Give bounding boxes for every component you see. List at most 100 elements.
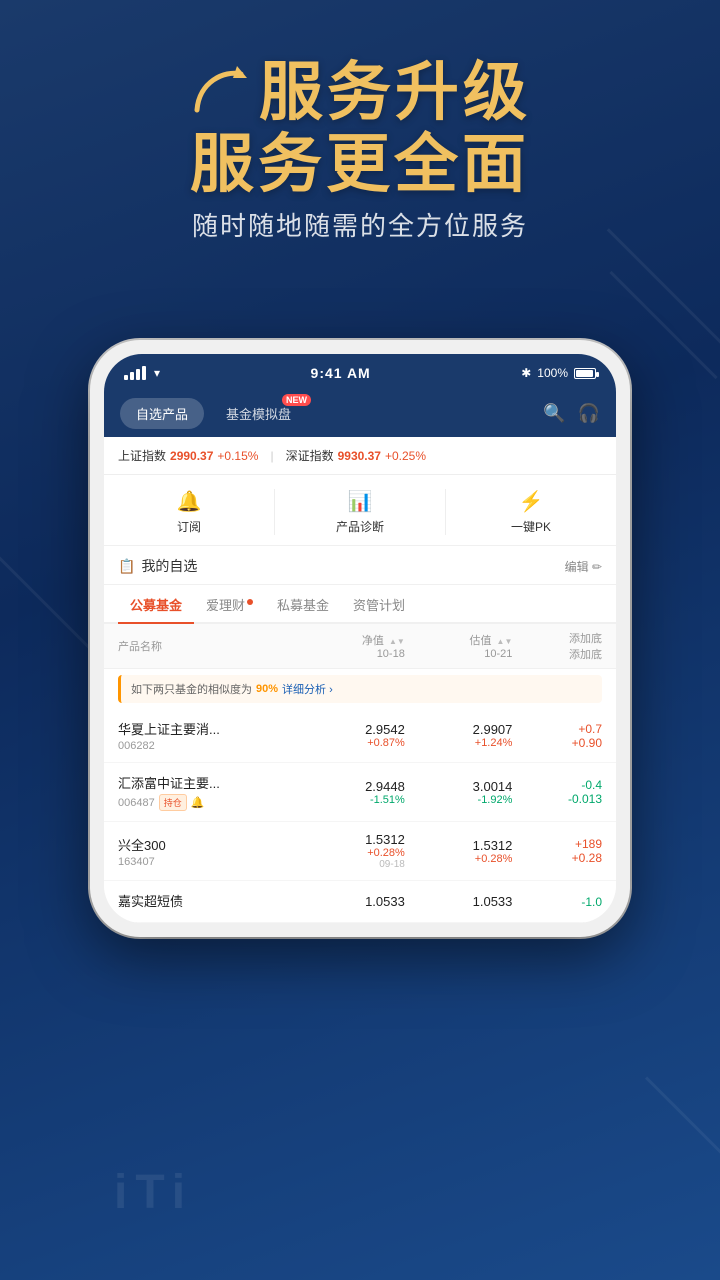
phone-screen: ▾ 9:41 AM ✱ 100% 自选产品 <box>104 354 616 923</box>
fund-code-2: 163407 <box>118 856 297 868</box>
action-pk[interactable]: ⚡ 一键PK <box>446 489 616 535</box>
fund-row-2[interactable]: 兴全300 163407 1.5312 +0.28% 09-18 1.5312 … <box>104 822 616 881</box>
battery-icon <box>574 368 596 379</box>
action-diagnose[interactable]: 📊 产品诊断 <box>275 489 446 535</box>
col-header-name: 产品名称 <box>118 638 297 654</box>
col-header-est: 估值 ▲▼ 10-21 <box>405 632 513 660</box>
fund-est-1: 3.0014 -1.92% <box>405 779 513 806</box>
iti-watermark: iTi <box>114 1165 193 1220</box>
fund-info-2: 兴全300 163407 <box>118 835 297 868</box>
sz-value: 9930.37 <box>338 449 381 463</box>
fund-nav-2: 1.5312 +0.28% 09-18 <box>297 832 405 870</box>
edit-icon: ✏ <box>592 560 602 574</box>
fund-row-3[interactable]: 嘉实超短债 1.0533 1.0533 -1.0 <box>104 881 616 923</box>
ticker-divider: | <box>270 449 273 463</box>
new-badge: NEW <box>282 394 311 406</box>
fund-est-2: 1.5312 +0.28% <box>405 838 513 865</box>
similarity-pct: 90% <box>256 683 278 695</box>
headline-text1: 服务升级 <box>259 60 531 124</box>
col-header-nav: 净值 ▲▼ 10-18 <box>297 632 405 660</box>
bell-icon-1: 🔔 <box>191 796 205 809</box>
nav-bar: 自选产品 基金模拟盘 NEW 🔍 🎧 <box>104 390 616 437</box>
arrow-icon <box>189 62 249 122</box>
nav-tabs: 自选产品 基金模拟盘 NEW <box>120 398 307 429</box>
fund-info-3: 嘉实超短债 <box>118 891 297 912</box>
fund-info-1: 汇添富中证主要... 006487 持仓 🔔 <box>118 773 297 811</box>
edit-button[interactable]: 编辑 ✏ <box>565 558 602 575</box>
ticker-item-sh: 上证指数 2990.37 +0.15% <box>118 447 258 464</box>
nav-icons: 🔍 🎧 <box>543 403 600 424</box>
quick-actions: 🔔 订阅 📊 产品诊断 ⚡ 一键PK <box>104 475 616 546</box>
fund-change-3: -1.0 <box>512 895 602 909</box>
cat-tab-public-fund[interactable]: 公募基金 <box>118 585 194 622</box>
sort-nav-icon: ▲▼ <box>389 638 405 646</box>
headline-line2: 服务更全面 <box>50 132 670 196</box>
phone-frame: ▾ 9:41 AM ✱ 100% 自选产品 <box>90 340 630 937</box>
search-icon[interactable]: 🔍 <box>543 403 565 424</box>
ticker-item-sz: 深证指数 9930.37 +0.25% <box>286 447 426 464</box>
diagnose-icon: 📊 <box>348 489 373 514</box>
diagnose-label: 产品诊断 <box>336 518 384 535</box>
category-tabs: 公募基金 爱理财 私募基金 资管计划 <box>104 585 616 624</box>
fund-change-2: +189 +0.28 <box>512 837 602 865</box>
action-subscribe[interactable]: 🔔 订阅 <box>104 489 275 535</box>
section-header: 📋 我的自选 编辑 ✏ <box>104 546 616 585</box>
battery-pct: 100% <box>537 366 568 380</box>
cat-tab-asset[interactable]: 资管计划 <box>341 585 417 622</box>
fund-tag-1: 持仓 <box>159 794 187 811</box>
top-section: 服务升级 服务更全面 随时随地随需的全方位服务 <box>0 0 720 263</box>
fund-change-1: -0.4 -0.013 <box>512 778 602 806</box>
similarity-alert: 如下两只基金的相似度为 90% 详细分析 › <box>118 675 602 703</box>
sh-value: 2990.37 <box>170 449 213 463</box>
status-left: ▾ <box>124 366 160 380</box>
headline-row1: 服务升级 <box>50 60 670 124</box>
col-header-add: 添加底 添加底 <box>512 630 602 662</box>
signal-bars <box>124 366 146 380</box>
sh-change: +0.15% <box>217 449 258 463</box>
fund-nav-1: 2.9448 -1.51% <box>297 779 405 806</box>
bluetooth-icon: ✱ <box>521 366 531 380</box>
fund-info-0: 华夏上证主要消... 006282 <box>118 719 297 752</box>
subscribe-label: 订阅 <box>177 518 201 535</box>
section-title: 📋 我的自选 <box>118 556 197 576</box>
headline-text2: 服务更全面 <box>190 128 530 200</box>
subtitle: 随时随地随需的全方位服务 <box>50 206 670 243</box>
fund-nav-3: 1.0533 <box>297 894 405 909</box>
fund-name-1: 汇添富中证主要... <box>118 773 297 792</box>
fund-name-0: 华夏上证主要消... <box>118 719 297 738</box>
tab-self-select[interactable]: 自选产品 <box>120 398 204 429</box>
sort-est-icon: ▲▼ <box>497 638 513 646</box>
similarity-link[interactable]: 详细分析 › <box>282 681 333 697</box>
sz-label: 深证指数 <box>286 447 334 464</box>
cat-tab-wealth[interactable]: 爱理财 <box>194 585 265 622</box>
cat-tab-private[interactable]: 私募基金 <box>265 585 341 622</box>
status-right: ✱ 100% <box>521 366 596 380</box>
pk-icon: ⚡ <box>519 489 544 514</box>
wifi-icon: ▾ <box>154 366 160 380</box>
fund-est-0: 2.9907 +1.24% <box>405 722 513 749</box>
subscribe-icon: 🔔 <box>177 489 202 514</box>
table-header: 产品名称 净值 ▲▼ 10-18 估值 ▲▼ 10-21 添加底 添加底 <box>104 624 616 669</box>
phone-mockup: ▾ 9:41 AM ✱ 100% 自选产品 <box>90 340 630 937</box>
fund-row-1[interactable]: 汇添富中证主要... 006487 持仓 🔔 2.9448 -1.51% 3.0… <box>104 763 616 822</box>
fund-code-0: 006282 <box>118 740 297 752</box>
fund-row-0[interactable]: 华夏上证主要消... 006282 2.9542 +0.87% 2.9907 +… <box>104 709 616 763</box>
fund-est-3: 1.0533 <box>405 894 513 909</box>
pk-label: 一键PK <box>511 518 551 535</box>
status-bar: ▾ 9:41 AM ✱ 100% <box>104 354 616 390</box>
watchlist-icon: 📋 <box>118 558 135 575</box>
status-time: 9:41 AM <box>311 365 371 381</box>
ticker-bar: 上证指数 2990.37 +0.15% | 深证指数 9930.37 +0.25… <box>104 437 616 475</box>
dot-badge <box>247 599 253 605</box>
fund-change-0: +0.7 +0.90 <box>512 722 602 750</box>
fund-name-2: 兴全300 <box>118 835 297 854</box>
fund-name-3: 嘉实超短债 <box>118 891 297 910</box>
sz-change: +0.25% <box>385 449 426 463</box>
headset-icon[interactable]: 🎧 <box>578 403 600 424</box>
watchlist-label: 我的自选 <box>141 556 197 576</box>
tab-fund-sim[interactable]: 基金模拟盘 NEW <box>210 398 307 429</box>
fund-code-1: 006487 持仓 🔔 <box>118 794 297 811</box>
fund-nav-0: 2.9542 +0.87% <box>297 722 405 749</box>
similarity-text-prefix: 如下两只基金的相似度为 <box>131 681 252 697</box>
sh-label: 上证指数 <box>118 447 166 464</box>
